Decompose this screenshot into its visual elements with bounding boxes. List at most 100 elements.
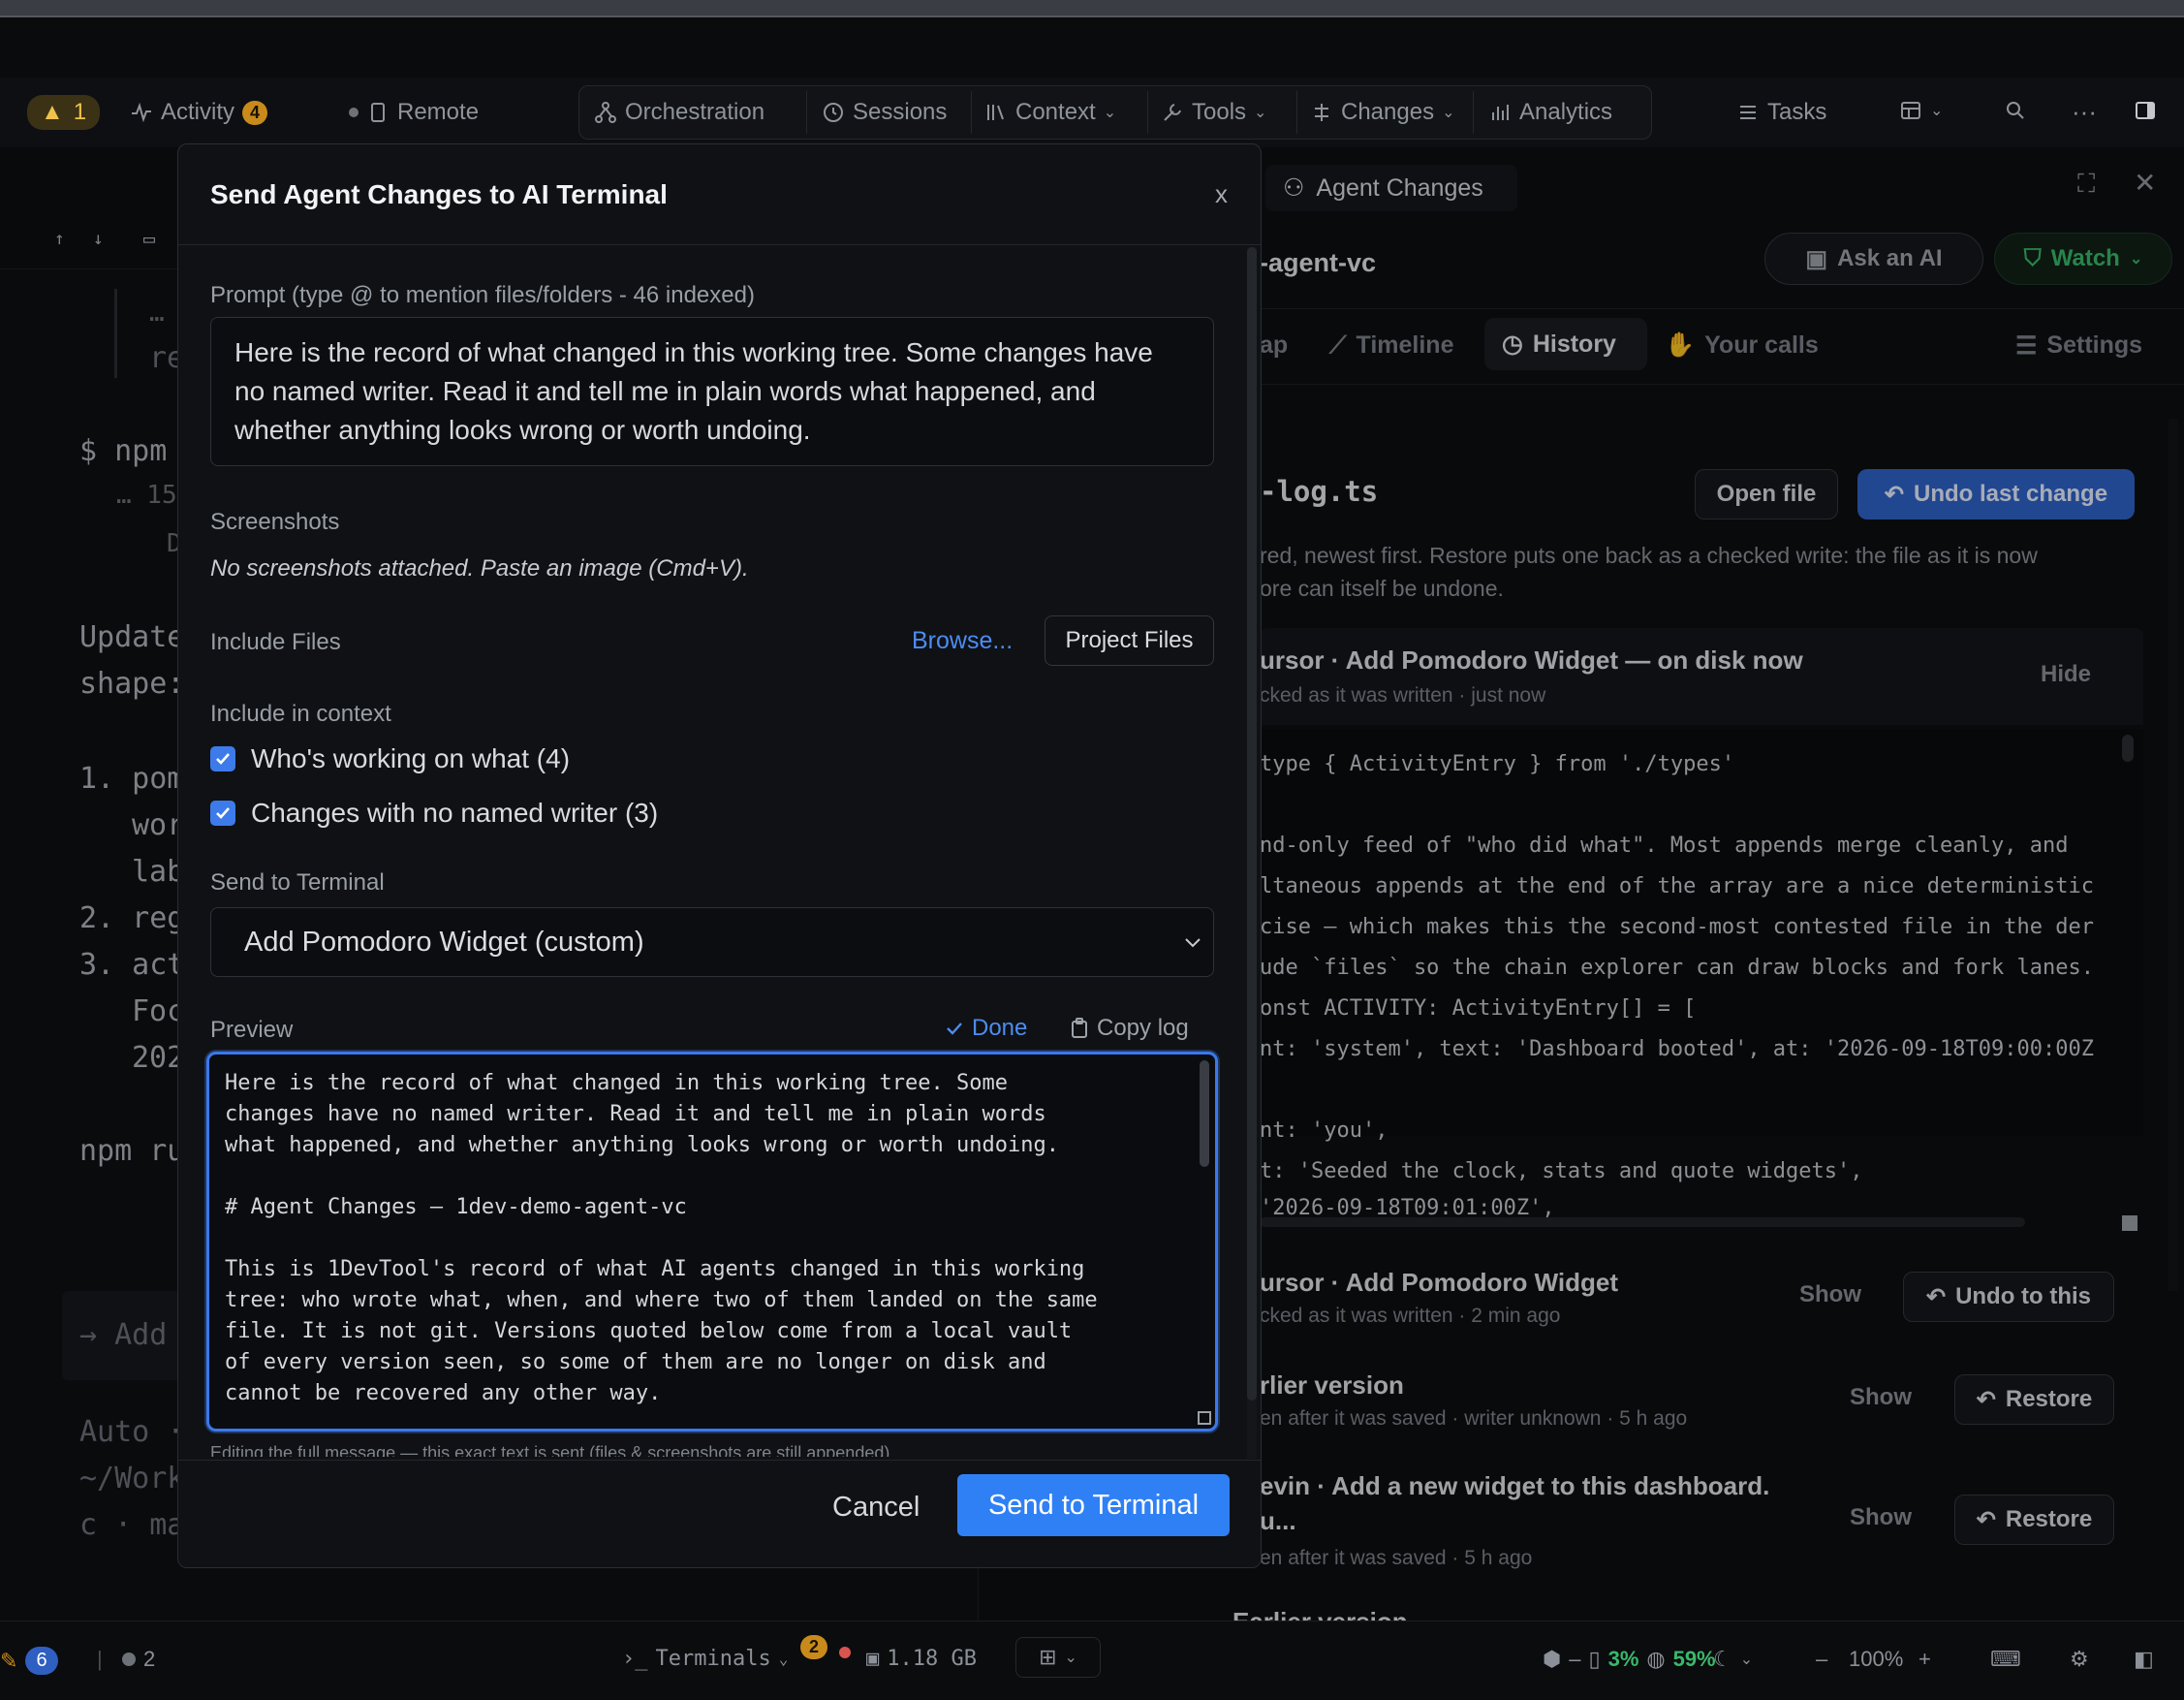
bar-chart-icon bbox=[1492, 105, 1509, 120]
tab-settings[interactable]: ☰ Settings bbox=[2015, 331, 2142, 361]
done-button[interactable]: Done bbox=[945, 1015, 1027, 1042]
context-option-unnamed-writer[interactable]: Changes with no named writer (3) bbox=[210, 798, 658, 829]
browse-link[interactable]: Browse... bbox=[912, 627, 1013, 655]
zoom-in-button[interactable]: + bbox=[1919, 1647, 1931, 1672]
send-to-terminal-button[interactable]: Send to Terminal bbox=[957, 1474, 1230, 1536]
warning-badge[interactable]: ▲ 1 bbox=[27, 95, 101, 130]
notification-count-badge: 6 bbox=[25, 1647, 58, 1675]
warning-icon: ▲ bbox=[41, 99, 64, 125]
project-files-button[interactable]: Project Files bbox=[1045, 615, 1214, 666]
settings-icon: ☰ bbox=[2015, 332, 2038, 360]
tab-sessions[interactable]: Sessions bbox=[822, 99, 947, 126]
tab-timeline[interactable]: ⟋ Timeline bbox=[1329, 331, 1453, 360]
remote-button[interactable]: Remote bbox=[349, 99, 479, 126]
chevron-down-icon bbox=[1185, 938, 1201, 948]
undo-last-change-button[interactable]: ↶ Undo last change bbox=[1857, 469, 2135, 519]
preview-editor[interactable]: Here is the record of what changed in th… bbox=[206, 1052, 1218, 1432]
checkbox-checked-icon[interactable] bbox=[210, 801, 235, 826]
show-button[interactable]: Show bbox=[1799, 1281, 1861, 1308]
watch-button[interactable]: ⛉ Watch ⌄ bbox=[1994, 233, 2172, 285]
tasks-button[interactable]: Tasks bbox=[1736, 99, 1826, 126]
window-top-strip bbox=[0, 0, 2184, 17]
chevron-down-icon: ⌄ bbox=[1103, 105, 1117, 121]
tab-changes[interactable]: Changes ⌄ bbox=[1310, 99, 1454, 126]
send-to-terminal-label: Send to Terminal bbox=[210, 869, 385, 896]
more-horizontal-icon: ··· bbox=[2072, 97, 2097, 126]
terminals-button[interactable]: ›_ Terminals ⌄ bbox=[622, 1647, 788, 1671]
code-horizontal-scrollbar[interactable] bbox=[1260, 1217, 2025, 1227]
title-bar bbox=[0, 17, 2184, 78]
clock-icon bbox=[824, 103, 843, 122]
more-button[interactable]: ··· bbox=[2072, 97, 2097, 127]
activity-button[interactable]: Activity 4 bbox=[130, 99, 268, 126]
chip-icon: ▣ bbox=[866, 1647, 880, 1671]
include-files-label: Include Files bbox=[210, 629, 341, 655]
dialog-scrollbar[interactable] bbox=[1247, 247, 1257, 1459]
gear-icon[interactable]: ⚙ bbox=[2070, 1647, 2089, 1672]
show-button[interactable]: Show bbox=[1850, 1504, 1912, 1531]
copy-log-button[interactable]: Copy log bbox=[1070, 1015, 1189, 1042]
battery-icon: ◍ bbox=[1646, 1647, 1666, 1671]
activity-icon bbox=[132, 102, 151, 123]
process-count[interactable]: 2 bbox=[122, 1647, 155, 1672]
trend-icon: ⟋ bbox=[1329, 331, 1347, 359]
code-scrollbar[interactable] bbox=[2122, 735, 2134, 762]
clock-icon: ◷ bbox=[1502, 331, 1523, 358]
tab-history[interactable]: ◷ History bbox=[1484, 318, 1647, 370]
moon-icon: ☾ bbox=[1713, 1647, 1732, 1671]
keyboard-icon[interactable]: ⌨ bbox=[1990, 1647, 2021, 1672]
ask-ai-button[interactable]: ▣ Ask an AI bbox=[1764, 233, 1983, 285]
check-icon bbox=[947, 1023, 962, 1035]
search-button[interactable] bbox=[2004, 99, 2027, 122]
preview-scrollbar[interactable] bbox=[1200, 1060, 1209, 1167]
recording-dot-icon bbox=[839, 1647, 851, 1658]
restore-button[interactable]: ↶ Restore bbox=[1954, 1374, 2114, 1425]
preview-text[interactable]: Here is the record of what changed in th… bbox=[225, 1068, 1184, 1409]
screenshots-hint: No screenshots attached. Paste an image … bbox=[210, 555, 749, 582]
arrow-down-icon[interactable]: ↓ bbox=[93, 229, 104, 249]
hide-button[interactable]: Hide bbox=[2041, 661, 2091, 688]
tab-agent-changes[interactable]: ⚇ Agent Changes bbox=[1265, 165, 1517, 211]
hand-icon: ✋ bbox=[1665, 331, 1696, 359]
checkbox-checked-icon[interactable] bbox=[210, 746, 235, 771]
tab-map[interactable]: ap bbox=[1260, 331, 1288, 360]
resize-handle-icon[interactable] bbox=[1198, 1411, 1211, 1425]
show-button[interactable]: Show bbox=[1850, 1384, 1912, 1411]
prompt-textarea[interactable]: Here is the record of what changed in th… bbox=[210, 317, 1214, 466]
layout-icon bbox=[1901, 102, 1920, 119]
layout-button[interactable]: ⌄ bbox=[1899, 99, 1943, 122]
arrow-up-icon[interactable]: ↑ bbox=[54, 229, 65, 249]
tab-tools[interactable]: Tools ⌄ bbox=[1161, 99, 1266, 126]
library-icon bbox=[987, 105, 1004, 120]
undo-icon: ↶ bbox=[1976, 1506, 1996, 1533]
tab-analytics[interactable]: Analytics bbox=[1488, 99, 1612, 126]
sidebar-toggle-icon bbox=[2136, 102, 2155, 119]
expand-icon[interactable]: ⛶ bbox=[2077, 169, 2095, 200]
send-to-terminal-dialog: Send Agent Changes to AI Terminal x Prom… bbox=[177, 143, 1262, 1568]
toggle-panel-button[interactable] bbox=[2134, 99, 2157, 122]
zoom-level: 100% bbox=[1849, 1647, 1904, 1671]
restore-button[interactable]: ↶ Restore bbox=[1954, 1495, 2114, 1545]
tab-context[interactable]: Context ⌄ bbox=[984, 99, 1116, 126]
tab-orchestration[interactable]: Orchestration bbox=[594, 99, 764, 126]
tab-your-calls[interactable]: ✋ Your calls bbox=[1665, 331, 1819, 360]
terminal-select[interactable]: Add Pomodoro Widget (custom) bbox=[210, 907, 1214, 977]
repo-name: -agent-vc bbox=[1260, 248, 1377, 277]
close-icon[interactable]: ✕ bbox=[2134, 167, 2156, 199]
close-button[interactable]: x bbox=[1215, 179, 1228, 209]
prompt-label: Prompt (type @ to mention files/folders … bbox=[210, 282, 755, 308]
context-option-working[interactable]: Who's working on what (4) bbox=[210, 743, 570, 774]
terminals-count-badge: 2 bbox=[800, 1635, 828, 1659]
undo-to-this-button[interactable]: ↶ Undo to this bbox=[1903, 1272, 2114, 1322]
zoom-out-button[interactable]: – bbox=[1816, 1647, 1827, 1672]
panel-icon[interactable]: ◧ bbox=[2134, 1647, 2154, 1672]
grid-view-button[interactable]: ⊞ ⌄ bbox=[1015, 1637, 1101, 1678]
notifications[interactable]: ✎ 6 bbox=[0, 1647, 58, 1675]
comment-icon[interactable]: ▭ bbox=[143, 227, 155, 250]
cancel-button[interactable]: Cancel bbox=[832, 1492, 920, 1524]
theme-toggle[interactable]: ☾ ⌄ bbox=[1713, 1647, 1753, 1672]
search-icon bbox=[2007, 102, 2024, 119]
open-file-button[interactable]: Open file bbox=[1695, 469, 1838, 519]
dot-icon bbox=[122, 1653, 136, 1666]
current-version-title: ursor · Add Pomodoro Widget — on disk no… bbox=[1260, 645, 1803, 675]
